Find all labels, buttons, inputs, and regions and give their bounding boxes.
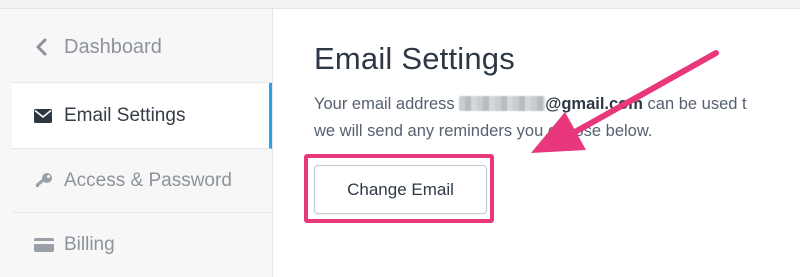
credit-card-icon	[34, 238, 56, 252]
description-line2: we will send any reminders you choose be…	[314, 122, 653, 140]
envelope-icon	[34, 108, 56, 123]
sidebar-item-label: Access & Password	[64, 169, 232, 191]
page-title: Email Settings	[314, 41, 515, 76]
description-suffix: can be used t	[642, 95, 747, 113]
sidebar-item-label: Billing	[64, 234, 115, 255]
sidebar-back-label: Dashboard	[64, 35, 162, 58]
email-domain: @gmail.com	[545, 95, 643, 113]
chevron-left-icon	[34, 38, 56, 56]
sidebar-item-email-settings[interactable]: Email Settings	[12, 83, 272, 149]
settings-sidebar: Dashboard Email Settings Access & Passwo…	[0, 9, 273, 277]
key-icon	[34, 172, 56, 190]
sidebar-back-dashboard[interactable]: Dashboard	[12, 12, 272, 83]
sidebar-item-label: Email Settings	[64, 104, 186, 126]
sidebar-item-access-password[interactable]: Access & Password	[12, 149, 272, 213]
email-settings-panel: Email Settings Your email address @gmail…	[273, 9, 800, 277]
description-prefix: Your email address	[314, 95, 460, 113]
email-description: Your email address @gmail.com can be use…	[314, 91, 800, 145]
change-email-button[interactable]: Change Email	[314, 165, 487, 214]
sidebar-item-billing[interactable]: Billing	[12, 213, 272, 277]
top-border	[0, 0, 800, 9]
redacted-email-user	[459, 96, 546, 111]
